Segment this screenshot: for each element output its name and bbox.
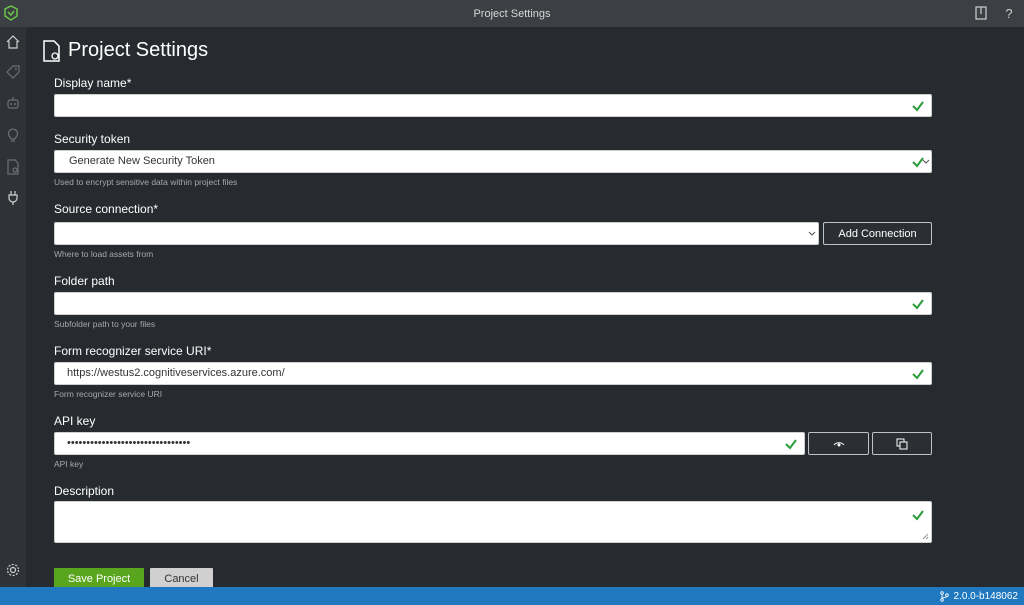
source-connection-help: Where to load assets from xyxy=(54,249,154,259)
sidebar-item-home[interactable] xyxy=(3,32,23,52)
show-key-button[interactable] xyxy=(808,432,869,455)
check-icon xyxy=(912,369,924,380)
security-token-select[interactable]: Generate New Security Token xyxy=(54,150,932,173)
document-settings-icon xyxy=(7,159,19,175)
window-title: Project Settings xyxy=(473,7,551,20)
home-icon xyxy=(6,35,20,49)
version-text: 2.0.0-b148062 xyxy=(953,590,1018,602)
sidebar-item-predict[interactable] xyxy=(3,125,23,145)
api-key-help: API key xyxy=(54,459,84,469)
service-uri-input[interactable]: https://westus2.cognitiveservices.azure.… xyxy=(54,362,932,385)
page-header: Project Settings xyxy=(42,39,208,62)
sidebar xyxy=(0,27,26,587)
chevron-down-icon xyxy=(808,231,816,236)
help-icon[interactable]: ? xyxy=(1002,5,1016,21)
sidebar-item-settings-doc[interactable] xyxy=(3,157,23,177)
api-key-input[interactable]: •••••••••••••••••••••••••••••••• xyxy=(54,432,805,455)
plug-icon xyxy=(8,191,18,205)
page-title: Project Settings xyxy=(68,39,209,61)
book-icon[interactable] xyxy=(974,5,988,21)
service-uri-value: https://westus2.cognitiveservices.azure.… xyxy=(67,367,285,379)
sidebar-item-model[interactable] xyxy=(3,93,23,113)
document-settings-icon xyxy=(43,39,60,62)
robot-icon xyxy=(7,97,19,109)
sidebar-item-connections[interactable] xyxy=(3,188,23,208)
security-token-value: Generate New Security Token xyxy=(69,155,215,167)
description-textarea[interactable] xyxy=(54,501,932,543)
security-token-help: Used to encrypt sensitive data within pr… xyxy=(54,177,238,187)
sidebar-item-app-settings[interactable] xyxy=(3,560,23,580)
sidebar-item-tags[interactable] xyxy=(3,62,23,82)
folder-path-label: Folder path xyxy=(54,274,115,288)
display-name-label: Display name* xyxy=(54,76,132,90)
gear-icon xyxy=(6,563,20,577)
source-connection-label: Source connection* xyxy=(54,202,159,216)
chevron-down-icon xyxy=(922,159,930,164)
main-content: Project Settings Display name* Security … xyxy=(26,27,1024,590)
service-uri-help: Form recognizer service URI xyxy=(54,389,163,399)
check-icon xyxy=(912,510,924,521)
app-logo-icon xyxy=(4,5,18,21)
branch-icon xyxy=(940,590,950,602)
api-key-value: •••••••••••••••••••••••••••••••• xyxy=(67,437,191,449)
service-uri-label: Form recognizer service URI* xyxy=(54,344,212,358)
lightbulb-icon xyxy=(7,128,19,142)
check-icon xyxy=(912,299,924,310)
api-key-label: API key xyxy=(54,414,96,428)
check-icon xyxy=(912,101,924,112)
copy-key-button[interactable] xyxy=(872,432,932,455)
tag-icon xyxy=(6,65,20,79)
resize-handle-icon[interactable] xyxy=(922,533,929,540)
title-bar: Project Settings ? xyxy=(0,0,1024,27)
folder-path-input[interactable] xyxy=(54,292,932,315)
eye-icon xyxy=(833,441,844,446)
status-bar: 2.0.0-b148062 xyxy=(0,587,1024,605)
folder-path-help: Subfolder path to your files xyxy=(54,319,156,329)
source-connection-select[interactable] xyxy=(54,222,819,245)
add-connection-button[interactable]: Add Connection xyxy=(823,222,932,245)
display-name-input[interactable] xyxy=(54,94,932,117)
copy-icon xyxy=(896,438,908,449)
security-token-label: Security token xyxy=(54,132,131,146)
check-icon xyxy=(785,439,797,450)
version-info: 2.0.0-b148062 xyxy=(940,591,1018,602)
description-label: Description xyxy=(54,484,115,498)
